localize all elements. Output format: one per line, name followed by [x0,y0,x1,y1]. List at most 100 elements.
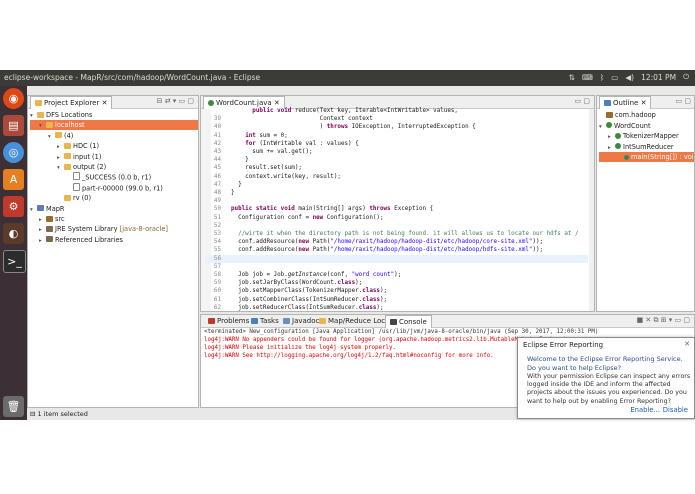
code-line[interactable]: 61 job.setCombinerClass(IntSumReducer.cl… [205,296,588,304]
clock[interactable]: 12:01 PM [641,73,676,82]
code-line[interactable]: 62 job.setReducerClass(IntSumReducer.cla… [205,304,588,311]
ubuntu-dash-icon[interactable]: ◉ [3,88,24,109]
tree-item[interactable]: ▾ MapR [30,204,65,214]
expand-arrow-icon[interactable]: ▸ [608,143,615,153]
code-line[interactable]: 43 sum += val.get(); [205,148,588,156]
code-text: sum += val.get(); [231,149,313,155]
trash-icon[interactable]: 🗑 [3,396,24,417]
tree-item[interactable]: ▾ DFS Locations [30,110,92,120]
console-line: log4j:WARN No appenders could be found f… [204,337,571,343]
code-line[interactable]: 55 conf.addResource(new Path("/home/raxi… [205,246,588,254]
tree-item[interactable]: ▾ localhost [30,120,198,131]
tree-item[interactable]: ▸ input (1) [30,152,101,162]
code-text: Context context [231,116,373,123]
code-line[interactable]: 39 Context context [205,115,588,123]
tab-tasks[interactable]: Tasks [247,315,283,327]
tree-item[interactable]: ▾ (4) [30,131,73,141]
code-line[interactable]: 46 context.write(key, result); [205,173,588,181]
code-line[interactable]: 56 [205,254,588,263]
tree-item[interactable]: main(String[]) : void [599,152,694,163]
disable-link[interactable]: Disable [663,406,688,414]
battery-icon[interactable]: ▭ [611,73,618,82]
tree-item[interactable]: part-r-00000 (99.0 b, r1) [30,182,163,193]
line-number: 46 [213,173,221,180]
code-line[interactable]: 49 [205,197,588,205]
collapse-arrow-icon[interactable]: ▾ [599,122,606,132]
expand-arrow-icon[interactable]: ▸ [39,236,46,246]
code-text: for (IntWritable val : values) { [245,140,359,147]
network-icon[interactable]: ⇅ [569,73,575,82]
tree-item[interactable]: ▸ HDC (1) [30,141,99,151]
tree-item[interactable]: ▸ Referenced Libraries [30,235,123,245]
tree-item[interactable]: ▸ JRE System Library [java-8-oracle] [30,224,168,234]
expand-arrow-icon[interactable]: ▸ [608,132,615,142]
line-number: 43 [213,149,221,155]
tab-problems[interactable]: Problems [204,315,253,327]
editor-toolbar-icons[interactable]: ▭ ▢ [575,97,590,105]
outline-tree: com.hadoop ▾ WordCount ▸ TokenizerMapper ▸ Int… [597,110,694,311]
jcls-icon [615,143,621,150]
tree-item[interactable]: _SUCCESS (0.0 b, r1) [30,172,151,182]
tree-item-label: HDC (1) [73,142,100,151]
code-line[interactable]: 50 public static void main(String[] args)… [205,205,588,213]
close-icon[interactable]: ✕ [641,99,647,107]
code-line[interactable]: 54 conf.addResource(new Path("/home/raxi… [205,238,588,246]
line-number: 55 [213,247,221,254]
console-line: log4j:WARN See http://logging.apache.org… [204,353,494,359]
tree-item[interactable]: rv (0) [30,193,91,203]
code-line[interactable]: 45 result.set(sum); [205,164,588,172]
code-line[interactable]: 57 [205,263,588,271]
chrome-icon[interactable]: ◎ [3,142,24,163]
code-line[interactable]: 59 job.setJarByClass(WordCount.class); [205,279,588,287]
enable-link[interactable]: Enable... [630,406,660,414]
outline-toolbar-icons[interactable]: ▭ ▢ [676,97,691,105]
view-toolbar-icons[interactable]: ⊟ ⇄ ▾ ▭ ▢ [157,97,194,105]
pkg-icon [606,111,613,118]
code-line[interactable]: 44 } [205,156,588,164]
tab-outline[interactable]: Outline ✕ [599,96,652,109]
eclipse-icon[interactable]: ◐ [3,223,24,244]
code-line[interactable]: 51 Configuration conf = new Configuratio… [205,214,588,222]
code-line[interactable]: 42 for (IntWritable val : values) { [205,140,588,148]
tree-item[interactable]: ▸ TokenizerMapper [599,131,679,141]
tree-item[interactable]: com.hadoop [599,110,656,120]
power-icon[interactable]: ⏻ [683,72,689,82]
code-area[interactable]: public void reduce(Text key, Iterable<In… [205,107,588,311]
line-number: 42 [213,140,221,147]
code-line[interactable]: 60 job.setMapperClass(TokenizerMapper.cl… [205,287,588,295]
tree-item[interactable]: ▸ src [30,214,65,224]
code-line[interactable]: public void reduce(Text key, Iterable<In… [205,107,588,115]
code-line[interactable]: 53 //wirte it when the directory path is… [205,230,588,238]
tasks-icon [251,317,258,324]
close-icon[interactable]: ✕ [274,99,280,107]
close-icon[interactable]: ✕ [684,340,690,348]
code-text: job.setJarByClass(WordCount.class); [231,280,363,287]
tab-project-explorer[interactable]: Project Explorer ✕ [30,96,113,109]
tab-console[interactable]: Console [385,315,432,328]
close-icon[interactable]: ✕ [102,99,108,107]
tab-label: Console [399,318,427,326]
tree-item[interactable]: ▾ WordCount [599,121,651,131]
code-line[interactable]: 58 Job job = Job.getInstance(conf, "word… [205,271,588,279]
files-icon[interactable]: ▤ [3,115,24,136]
line-number: 51 [213,214,221,221]
software-center-icon[interactable]: A [3,169,24,190]
tree-item[interactable]: ▾ output (2) [30,162,106,172]
code-text: //wirte it when the directory path is no… [238,231,579,237]
console-toolbar-icons[interactable]: ■ ✕ ⧉ ⊞ ▾ ▭ ▢ [637,316,690,325]
keyboard-icon[interactable]: ⌨ [582,73,593,82]
tree-item[interactable]: ▸ IntSumReducer [599,142,674,152]
unity-launcher: ◉ ▤ ◎ A ⚙ ◐ >_ 🗑 [0,86,27,420]
code-line[interactable]: 48} [205,189,588,197]
terminal-icon[interactable]: >_ [3,250,26,273]
code-line[interactable]: 47 } [205,181,588,189]
line-number: 50 [213,206,221,213]
editor-scrollbar[interactable] [589,109,594,311]
code-line[interactable]: 41 int sum = 0; [205,132,588,140]
code-line[interactable]: 52 [205,222,588,230]
code-text: } [231,181,242,188]
code-line[interactable]: 40 ) throws IOException, InterruptedExce… [205,123,588,131]
settings-icon[interactable]: ⚙ [3,196,24,217]
volume-icon[interactable]: ◀) [625,73,634,82]
bluetooth-icon[interactable]: ᛒ [600,73,605,82]
